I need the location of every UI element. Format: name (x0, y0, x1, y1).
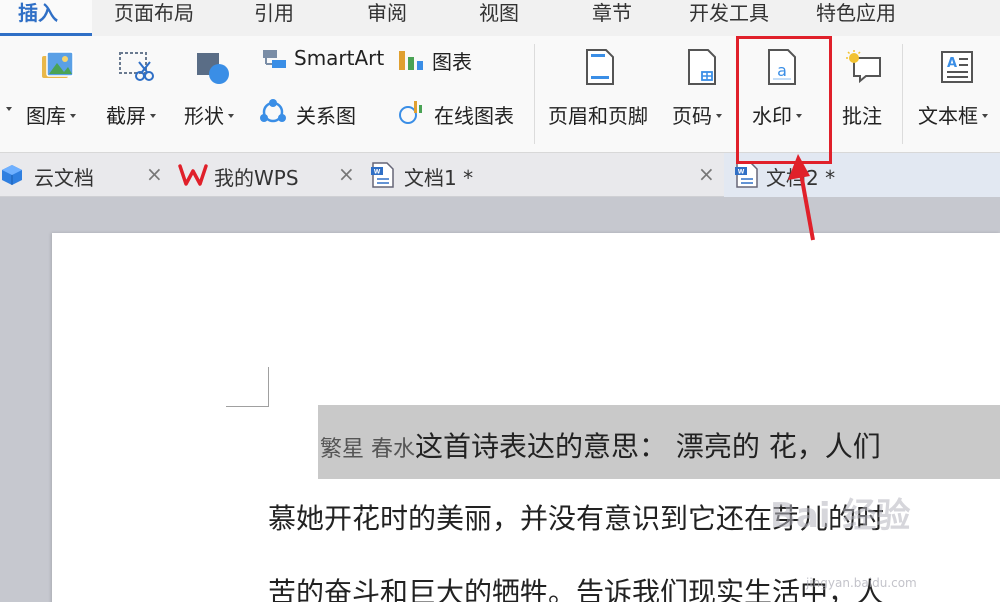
online-chart-button[interactable]: 在线图表 (398, 96, 526, 130)
screenshot-icon (119, 52, 154, 81)
shapes-icon (197, 53, 229, 84)
menu-bar: 插入 页面布局 引用 审阅 视图 章节 开发工具 特色应用 (0, 0, 1000, 36)
chart-button[interactable]: 图表 (398, 44, 488, 78)
highlight-box (736, 36, 832, 164)
document-tab-bar: 云文档 × 我的WPS × W 文档1 * × W 文档2 * (0, 153, 1000, 197)
bar-chart-icon (399, 51, 423, 70)
doc-tab-label: 云文档 (34, 166, 94, 190)
smartart-icon (263, 50, 286, 68)
tab-insert[interactable]: 插入 (0, 0, 92, 36)
chevron-down-icon[interactable] (6, 107, 12, 111)
tab-page-layout[interactable]: 页面布局 (114, 0, 194, 36)
paragraph-line-1[interactable]: 繁星 春水这首诗表达的意思： 漂亮的 花，人们 (320, 425, 881, 465)
word-document-icon: W (371, 162, 394, 188)
doc-tab-cloud[interactable]: 云文档 × (0, 153, 170, 197)
chevron-down-icon (716, 113, 722, 118)
online-chart-icon (399, 101, 422, 124)
relation-label: 关系图 (296, 104, 356, 128)
red-arrow-icon (788, 154, 815, 241)
gallery-label: 图库 (26, 104, 66, 128)
doc-tab-label: 文档1 * (404, 166, 474, 190)
svg-text:W: W (374, 169, 381, 176)
comment-button[interactable]: 批注 (836, 36, 892, 153)
tab-view[interactable]: 视图 (479, 0, 519, 36)
paragraph-line-3[interactable]: 苦的奋斗和巨大的牺牲。告诉我们现实生活中，人 (268, 571, 884, 602)
screenshot-label: 截屏 (106, 104, 146, 128)
chevron-down-icon (70, 113, 76, 118)
doc-tab-document-1[interactable]: W 文档1 * × (366, 153, 722, 197)
divider (902, 44, 903, 144)
header-footer-label: 页眉和页脚 (548, 104, 648, 128)
comment-icon (846, 50, 881, 84)
header-footer-button[interactable]: 页眉和页脚 (544, 36, 660, 153)
word-document-icon: W (735, 162, 758, 188)
chart-label: 图表 (432, 50, 472, 74)
smartart-button[interactable]: SmartArt (262, 44, 390, 78)
doc-tab-my-wps[interactable]: 我的WPS × (172, 153, 362, 197)
margin-mark (268, 367, 269, 407)
document-canvas[interactable]: 繁星 春水这首诗表达的意思： 漂亮的 花，人们 慕她开花时的美丽，并没有意识到它… (0, 197, 1000, 602)
wps-logo-icon (178, 164, 208, 186)
smartart-label: SmartArt (294, 46, 385, 70)
chevron-down-icon (150, 113, 156, 118)
textbox-button[interactable]: A 文本框 (914, 36, 1000, 153)
watermark-logo: Bai 经验 (770, 496, 911, 536)
tab-section[interactable]: 章节 (592, 0, 632, 36)
watermark-url: jingyan.baidu.com (806, 576, 917, 590)
gallery-button[interactable]: 图库 (26, 36, 98, 153)
doc-tab-label: 我的WPS (214, 166, 299, 190)
comment-label: 批注 (842, 104, 882, 128)
document-page[interactable]: 繁星 春水这首诗表达的意思： 漂亮的 花，人们 慕她开花时的美丽，并没有意识到它… (52, 233, 1000, 602)
page-number-icon (688, 49, 716, 85)
page-number-label: 页码 (672, 104, 712, 128)
cube-icon (2, 165, 22, 185)
chevron-down-icon (982, 113, 988, 118)
chevron-down-icon (228, 113, 234, 118)
online-chart-label: 在线图表 (434, 104, 514, 128)
close-icon[interactable]: × (146, 162, 163, 186)
tab-developer[interactable]: 开发工具 (689, 0, 769, 36)
page-number-button[interactable]: 页码 (670, 36, 730, 153)
shapes-button[interactable]: 形状 (182, 36, 248, 153)
relation-icon (260, 99, 286, 123)
divider (534, 44, 535, 144)
textbox-label: 文本框 (918, 104, 978, 128)
close-icon[interactable]: × (338, 162, 355, 186)
line-text: 这首诗表达的意思： 漂亮的 花，人们 (415, 430, 881, 463)
relation-chart-button[interactable]: 关系图 (258, 96, 368, 130)
selected-text: 繁星 春水 (320, 437, 415, 462)
svg-text:W: W (738, 169, 745, 176)
textbox-icon: A (941, 51, 973, 83)
screenshot-button[interactable]: 截屏 (104, 36, 170, 153)
tab-review[interactable]: 审阅 (367, 0, 407, 36)
header-footer-icon (586, 49, 614, 85)
tab-references[interactable]: 引用 (254, 0, 294, 36)
close-icon[interactable]: × (698, 162, 715, 186)
tab-special-apps[interactable]: 特色应用 (816, 0, 896, 36)
ribbon-toolbar: 图库 截屏 形状 SmartArt 图表 关系图 在线图表 页眉和页脚 页码 a… (0, 36, 1000, 153)
gallery-icon (42, 51, 74, 78)
svg-text:A: A (947, 56, 957, 71)
shapes-label: 形状 (184, 104, 224, 128)
margin-mark (226, 406, 269, 407)
